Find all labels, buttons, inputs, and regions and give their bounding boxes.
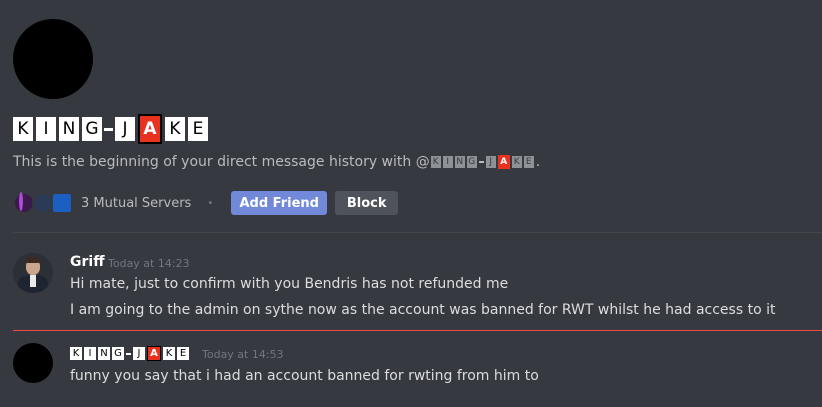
author-letter: N bbox=[98, 347, 110, 360]
mention-letter: J bbox=[485, 156, 496, 168]
author-letter-highlighted: A bbox=[147, 346, 161, 361]
name-letter: K bbox=[165, 117, 185, 141]
name-letter: J bbox=[115, 117, 135, 141]
message-content: Hi mate, just to confirm with you Bendri… bbox=[70, 276, 509, 292]
message-author[interactable]: Griff bbox=[70, 254, 105, 270]
mention-letter: N bbox=[454, 156, 465, 168]
author-hyphen bbox=[126, 352, 131, 355]
mutual-servers-link[interactable]: 3 Mutual Servers bbox=[81, 196, 191, 211]
mutual-server-icon[interactable] bbox=[51, 192, 73, 214]
avatar[interactable] bbox=[13, 343, 53, 383]
block-button[interactable]: Block bbox=[335, 191, 399, 215]
author-letter: I bbox=[84, 347, 96, 360]
message-timestamp: Today at 14:23 bbox=[108, 257, 190, 270]
mention-letter: K bbox=[511, 156, 522, 168]
separator-dot: • bbox=[207, 197, 214, 209]
profile-avatar[interactable] bbox=[13, 19, 93, 99]
message-content: funny you say that i had an account bann… bbox=[70, 368, 539, 384]
profile-display-name: K I N G J A K E bbox=[13, 114, 211, 144]
mention-letter: E bbox=[523, 156, 534, 168]
author-letter: K bbox=[163, 347, 175, 360]
name-letter: N bbox=[59, 117, 79, 141]
dm-beginning-label: This is the beginning of your direct mes… bbox=[13, 154, 430, 170]
avatar[interactable] bbox=[13, 253, 53, 293]
message-author[interactable]: K I N G J A K E bbox=[70, 346, 191, 361]
author-letter: E bbox=[177, 347, 189, 360]
dm-beginning-text: This is the beginning of your direct mes… bbox=[13, 154, 540, 170]
mention-letter: G bbox=[466, 156, 477, 168]
mention-letter: K bbox=[430, 156, 441, 168]
name-letter-highlighted: A bbox=[138, 114, 162, 144]
mention-hyphen bbox=[478, 161, 484, 163]
author-letter: K bbox=[70, 347, 82, 360]
name-letter: G bbox=[82, 117, 102, 141]
header-divider bbox=[13, 232, 822, 233]
mention-letter: I bbox=[442, 156, 453, 168]
message-timestamp: Today at 14:53 bbox=[202, 348, 284, 361]
name-letter: E bbox=[188, 117, 208, 141]
profile-actions-row: 3 Mutual Servers • Add Friend Block bbox=[13, 191, 399, 215]
add-friend-button[interactable]: Add Friend bbox=[231, 191, 328, 215]
new-messages-divider bbox=[13, 330, 822, 331]
author-letter: J bbox=[133, 347, 145, 360]
dm-mention-username[interactable]: K I N G J A K E bbox=[430, 155, 536, 169]
message-content: I am going to the admin on sythe now as … bbox=[70, 302, 776, 318]
name-hyphen bbox=[104, 127, 113, 131]
mention-letter-highlighted: A bbox=[497, 155, 510, 169]
name-letter: K bbox=[13, 117, 33, 141]
name-letter: I bbox=[36, 117, 56, 141]
dm-beginning-period: . bbox=[535, 154, 541, 170]
author-letter: G bbox=[112, 347, 124, 360]
